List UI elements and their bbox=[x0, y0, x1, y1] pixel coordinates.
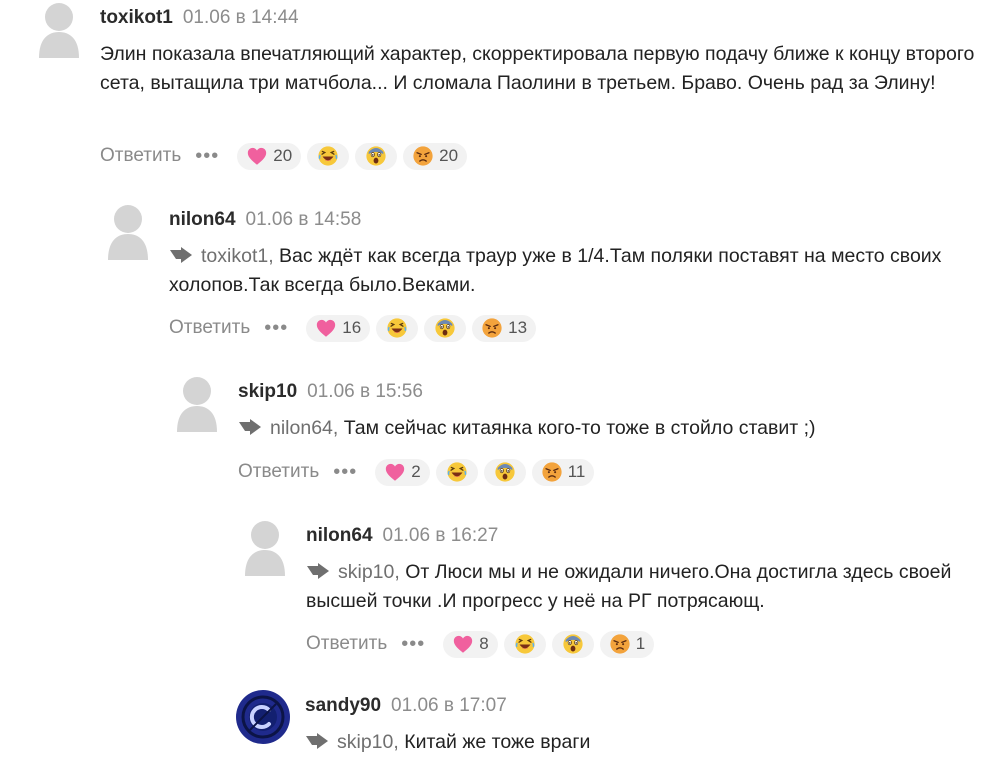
comment-text: Элин показала впечатляющий характер, ско… bbox=[100, 40, 980, 98]
angry-face-icon bbox=[412, 145, 434, 167]
comment-actions: Ответить ••• 2 11 bbox=[238, 458, 600, 486]
comment-date: 01.06 в 17:07 bbox=[391, 695, 507, 716]
heart-icon bbox=[246, 145, 268, 167]
reaction-count: 2 bbox=[411, 462, 421, 481]
reaction-angry[interactable]: 1 bbox=[599, 630, 655, 658]
comment-author[interactable]: nilon64 bbox=[306, 525, 373, 546]
reply-to-link[interactable]: skip10, bbox=[338, 561, 400, 583]
reaction-count: 20 bbox=[273, 146, 293, 165]
angry-face-icon bbox=[609, 633, 631, 655]
avatar-placeholder-icon[interactable] bbox=[106, 202, 150, 260]
reaction-angry[interactable]: 11 bbox=[531, 458, 595, 486]
laughing-face-icon bbox=[386, 317, 408, 339]
reply-button[interactable]: Ответить bbox=[169, 314, 250, 342]
laughing-face-icon bbox=[317, 145, 339, 167]
reaction-angry[interactable]: 20 bbox=[403, 142, 468, 170]
comment-header: nilon64 01.06 в 14:58 bbox=[169, 208, 361, 232]
comment-date: 01.06 в 14:44 bbox=[182, 7, 299, 28]
reply-arrow-icon bbox=[305, 733, 329, 749]
reaction-laugh[interactable] bbox=[307, 142, 350, 170]
reaction-laugh[interactable] bbox=[435, 458, 478, 486]
avatar-placeholder-icon[interactable] bbox=[175, 374, 219, 432]
comment-date: 01.06 в 15:56 bbox=[307, 381, 423, 402]
heart-icon bbox=[315, 317, 337, 339]
reaction-shock[interactable] bbox=[483, 458, 526, 486]
comment-author[interactable]: skip10 bbox=[238, 381, 297, 402]
shocked-face-icon bbox=[494, 461, 516, 483]
avatar-placeholder-icon[interactable] bbox=[37, 0, 81, 58]
reaction-laugh[interactable] bbox=[503, 630, 546, 658]
comment-body: Китай же тоже враги bbox=[404, 731, 591, 753]
shocked-face-icon bbox=[434, 317, 456, 339]
shocked-face-icon bbox=[562, 633, 584, 655]
reaction-count: 20 bbox=[439, 146, 459, 165]
comment-actions: Ответить ••• 20 20 bbox=[100, 142, 473, 170]
reaction-love[interactable]: 2 bbox=[375, 458, 430, 486]
comment-date: 01.06 в 14:58 bbox=[245, 209, 362, 230]
comment-header: skip10 01.06 в 15:56 bbox=[238, 380, 423, 404]
comment-text: skip10, От Люси мы и не ожидали ничего.О… bbox=[306, 558, 978, 616]
reply-button[interactable]: Ответить bbox=[100, 142, 181, 170]
reaction-shock[interactable] bbox=[551, 630, 594, 658]
comment-author[interactable]: sandy90 bbox=[305, 695, 381, 716]
more-dots-icon[interactable]: ••• bbox=[264, 314, 288, 342]
reaction-count: 11 bbox=[567, 462, 586, 481]
comment-body: Вас ждёт как всегда траур уже в 1/4.Там … bbox=[169, 245, 942, 296]
more-dots-icon[interactable]: ••• bbox=[333, 458, 357, 486]
more-dots-icon[interactable]: ••• bbox=[401, 630, 425, 658]
reply-to-link[interactable]: toxikot1, bbox=[201, 245, 274, 267]
more-dots-icon[interactable]: ••• bbox=[195, 142, 219, 170]
reaction-love[interactable]: 8 bbox=[443, 630, 498, 658]
reply-button[interactable]: Ответить bbox=[238, 458, 319, 486]
reaction-count: 1 bbox=[635, 634, 646, 653]
comment-actions: Ответить ••• 8 1 bbox=[306, 630, 660, 658]
heart-icon bbox=[384, 461, 406, 483]
comment-author[interactable]: toxikot1 bbox=[100, 7, 173, 28]
laughing-face-icon bbox=[446, 461, 468, 483]
avatar-image-icon[interactable] bbox=[236, 690, 290, 744]
comment-body: От Люси мы и не ожидали ничего.Она дости… bbox=[306, 561, 952, 612]
reply-arrow-icon bbox=[238, 419, 262, 435]
reaction-love[interactable]: 16 bbox=[306, 314, 371, 342]
comment-date: 01.06 в 16:27 bbox=[382, 525, 499, 546]
reaction-laugh[interactable] bbox=[376, 314, 419, 342]
reaction-shock[interactable] bbox=[355, 142, 398, 170]
comment-text: skip10, Китай же тоже враги bbox=[305, 728, 985, 757]
shocked-face-icon bbox=[365, 145, 387, 167]
reply-to-link[interactable]: nilon64, bbox=[270, 417, 338, 439]
reaction-angry[interactable]: 13 bbox=[472, 314, 537, 342]
comment-header: nilon64 01.06 в 16:27 bbox=[306, 524, 498, 548]
reply-arrow-icon bbox=[306, 563, 330, 579]
reaction-love[interactable]: 20 bbox=[237, 142, 302, 170]
comment-body: Элин показала впечатляющий характер, ско… bbox=[100, 43, 975, 94]
comment-header: sandy90 01.06 в 17:07 bbox=[305, 694, 507, 718]
comment-header: toxikot1 01.06 в 14:44 bbox=[100, 6, 299, 30]
heart-icon bbox=[452, 633, 474, 655]
comment-body: Там сейчас китаянка кого-то тоже в стойл… bbox=[343, 417, 816, 439]
reaction-count: 13 bbox=[508, 318, 528, 337]
comment-text: nilon64, Там сейчас китаянка кого-то тож… bbox=[238, 414, 978, 443]
reaction-count: 16 bbox=[342, 318, 362, 337]
reply-to-link[interactable]: skip10, bbox=[337, 731, 399, 753]
reply-button[interactable]: Ответить bbox=[306, 630, 387, 658]
avatar-placeholder-icon[interactable] bbox=[243, 518, 287, 576]
comment-text: toxikot1, Вас ждёт как всегда траур уже … bbox=[169, 242, 959, 300]
comment-author[interactable]: nilon64 bbox=[169, 209, 236, 230]
angry-face-icon bbox=[541, 461, 563, 483]
comment-actions: Ответить ••• 16 13 bbox=[169, 314, 542, 342]
laughing-face-icon bbox=[514, 633, 536, 655]
angry-face-icon bbox=[481, 317, 503, 339]
reaction-count: 8 bbox=[479, 634, 489, 653]
reply-arrow-icon bbox=[169, 247, 193, 263]
reaction-shock[interactable] bbox=[424, 314, 467, 342]
